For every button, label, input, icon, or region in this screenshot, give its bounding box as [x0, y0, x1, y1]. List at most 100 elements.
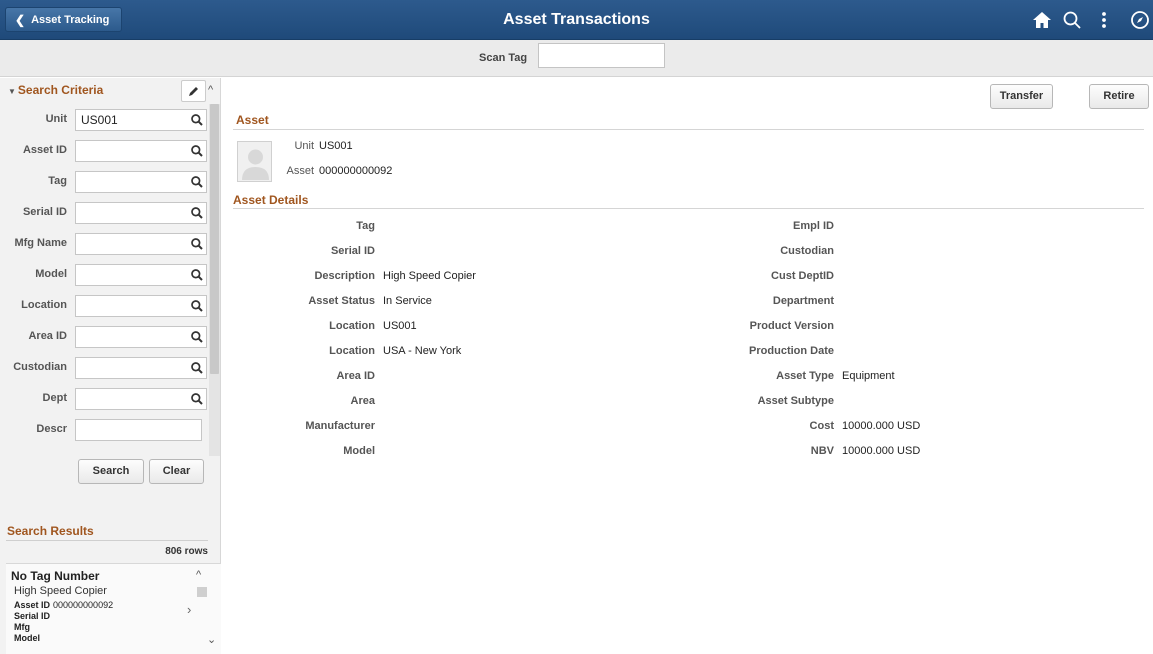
location-input[interactable]: [75, 295, 207, 317]
dept-input[interactable]: [75, 388, 207, 410]
detail-label-custodian: Custodian: [780, 245, 834, 257]
result-list-item[interactable]: No Tag Number High Speed Copier Asset ID…: [6, 563, 221, 654]
panel-scrollbar[interactable]: [209, 104, 220, 456]
asset-details-title: Asset Details: [233, 193, 309, 207]
detail-value-location: US001: [383, 320, 417, 332]
detail-label-model: Model: [343, 445, 375, 457]
detail-label-area: Area: [350, 395, 375, 407]
chevron-left-icon: ❮: [15, 12, 26, 27]
detail-label-tag: Tag: [356, 220, 375, 232]
dept-label: Dept: [42, 392, 67, 404]
detail-value-location: USA - New York: [383, 345, 462, 357]
chevron-right-icon[interactable]: ›: [187, 602, 191, 617]
criteria-row-descr: Descr: [0, 419, 210, 441]
top-banner: ❮ Asset Tracking Asset Transactions: [0, 0, 1153, 40]
unit-label: Unit: [45, 113, 67, 125]
detail-label-asset-subtype: Asset Subtype: [757, 395, 834, 407]
unit-input[interactable]: [75, 109, 207, 131]
asset-id-label: Asset ID: [22, 144, 67, 156]
search-criteria-header[interactable]: ▼ Search Criteria ^: [0, 78, 221, 102]
criteria-row-mfg-name: Mfg Name: [0, 233, 210, 255]
detail-value-nbv: 10000.000 USD: [842, 445, 921, 457]
lookup-search-icon[interactable]: [190, 113, 204, 127]
detail-value-cost: 10000.000 USD: [842, 420, 921, 432]
mfg-name-label: Mfg Name: [14, 237, 67, 249]
criteria-row-serial-id: Serial ID: [0, 202, 210, 224]
scrollbar-thumb[interactable]: [210, 104, 219, 374]
edit-criteria-button[interactable]: [181, 80, 206, 102]
criteria-row-area-id: Area ID: [0, 326, 210, 348]
detail-value-asset-type: Equipment: [842, 370, 895, 382]
results-row-count: 806 rows: [165, 546, 208, 557]
clear-button[interactable]: Clear: [149, 459, 204, 484]
transfer-button[interactable]: Transfer: [990, 84, 1053, 109]
scan-tag-input[interactable]: [538, 43, 665, 68]
result-asset-id: Asset ID 000000000092: [14, 600, 114, 610]
custodian-label: Custodian: [13, 361, 67, 373]
detail-value-description: High Speed Copier: [383, 270, 476, 282]
divider: [233, 208, 1144, 209]
custodian-input[interactable]: [75, 357, 207, 379]
lookup-search-icon[interactable]: [190, 392, 204, 406]
lookup-search-icon[interactable]: [190, 206, 204, 220]
mfg-name-input[interactable]: [75, 233, 207, 255]
tag-input[interactable]: [75, 171, 207, 193]
criteria-row-model: Model: [0, 264, 210, 286]
retire-button[interactable]: Retire: [1089, 84, 1149, 109]
detail-label-product-version: Product Version: [749, 320, 834, 332]
area-id-input[interactable]: [75, 326, 207, 348]
result-description: High Speed Copier: [14, 585, 107, 597]
divider: [6, 540, 208, 541]
lookup-search-icon[interactable]: [190, 237, 204, 251]
detail-label-location: Location: [329, 345, 375, 357]
model-label: Model: [35, 268, 67, 280]
lookup-search-icon[interactable]: [190, 144, 204, 158]
detail-label-department: Department: [772, 295, 834, 307]
criteria-row-asset-id: Asset ID: [0, 140, 210, 162]
descr-input[interactable]: [75, 419, 202, 441]
main-content: Transfer Retire Asset Unit US001 Asset 0…: [222, 78, 1153, 654]
scroll-down-icon[interactable]: ⌄: [207, 633, 216, 646]
result-mfg: Mfg: [14, 622, 30, 632]
search-icon[interactable]: [1060, 8, 1084, 32]
home-icon[interactable]: [1030, 8, 1054, 32]
asset-value: 000000000092: [319, 165, 393, 177]
detail-label-serial-id: Serial ID: [330, 245, 375, 257]
selection-indicator: [197, 587, 207, 597]
unit-label: Unit: [294, 140, 314, 152]
detail-label-manufacturer: Manufacturer: [305, 420, 375, 432]
detail-label-cust-deptid: Cust DeptID: [771, 270, 834, 282]
lookup-search-icon[interactable]: [190, 268, 204, 282]
detail-label-production-date: Production Date: [749, 345, 834, 357]
criteria-row-custodian: Custodian: [0, 357, 210, 379]
lookup-search-icon[interactable]: [190, 330, 204, 344]
pencil-icon: [189, 87, 198, 96]
search-button[interactable]: Search: [78, 459, 144, 484]
detail-label-area-id: Area ID: [336, 370, 375, 382]
detail-label-description: Description: [314, 270, 375, 282]
scan-bar: Scan Tag: [0, 40, 1153, 77]
detail-label-location: Location: [329, 320, 375, 332]
criteria-row-tag: Tag: [0, 171, 210, 193]
lookup-search-icon[interactable]: [190, 175, 204, 189]
back-button[interactable]: ❮ Asset Tracking: [5, 7, 122, 32]
serial-id-input[interactable]: [75, 202, 207, 224]
area-id-label: Area ID: [28, 330, 67, 342]
search-panel: ▼Search Criteria ^ Unit Asset ID Tag Serial…: [0, 78, 221, 654]
asset-id-input[interactable]: [75, 140, 207, 162]
result-model: Model: [14, 633, 40, 643]
page-title: Asset Transactions: [503, 11, 650, 28]
asset-section-title: Asset: [236, 113, 269, 127]
model-input[interactable]: [75, 264, 207, 286]
navbar-compass-icon[interactable]: [1128, 8, 1152, 32]
serial-id-label: Serial ID: [22, 206, 67, 218]
divider: [233, 129, 1144, 130]
more-actions-icon[interactable]: [1092, 8, 1116, 32]
collapse-panel-icon[interactable]: ^: [208, 84, 220, 96]
scroll-up-icon[interactable]: ^: [196, 569, 201, 581]
expand-triangle-icon: ▼: [8, 87, 16, 96]
lookup-search-icon[interactable]: [190, 361, 204, 375]
back-button-label: Asset Tracking: [31, 13, 110, 26]
lookup-search-icon[interactable]: [190, 299, 204, 313]
criteria-row-dept: Dept: [0, 388, 210, 410]
